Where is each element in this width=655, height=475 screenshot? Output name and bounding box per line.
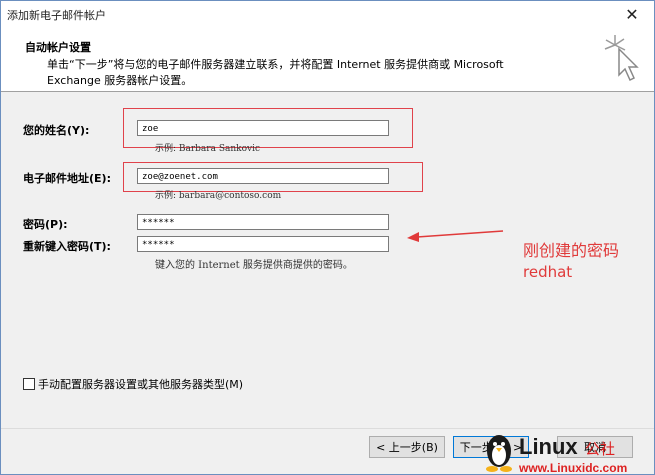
password-hint: 键入您的 Internet 服务提供商提供的密码。 bbox=[155, 260, 353, 271]
manual-config-label: 手动配置服务器设置或其他服务器类型(M) bbox=[38, 378, 244, 391]
confirm-password-input[interactable]: ****** bbox=[137, 236, 389, 252]
password-input[interactable]: ****** bbox=[137, 214, 389, 230]
name-input[interactable]: zoe bbox=[137, 120, 389, 136]
back-button[interactable]: < 上一步(B) bbox=[369, 436, 445, 458]
manual-config-checkbox[interactable] bbox=[23, 378, 35, 390]
svg-text:公社: 公社 bbox=[585, 440, 615, 458]
email-input[interactable]: zoe@zoenet.com bbox=[137, 168, 389, 184]
email-hint: 示例: barbara@contoso.com bbox=[155, 191, 282, 201]
close-button[interactable]: ✕ bbox=[610, 1, 654, 27]
title-bar: 添加新电子邮件帐户 ✕ bbox=[1, 1, 654, 27]
header-title: 自动帐户设置 bbox=[25, 41, 91, 54]
svg-text:Linux: Linux bbox=[519, 434, 578, 459]
email-label: 电子邮件地址(E): bbox=[23, 172, 111, 185]
dialog-header: 自动帐户设置 单击“下一步”将与您的电子邮件服务器建立联系，并将配置 Inter… bbox=[1, 27, 654, 91]
name-label: 您的姓名(Y): bbox=[23, 124, 90, 137]
annotation-arrow-icon bbox=[407, 230, 504, 242]
watermark-logo: Linux 公社 www.Linuxidc.com bbox=[486, 434, 627, 475]
header-description-line2: Exchange 服务器帐户设置。 bbox=[47, 74, 193, 87]
name-hint: 示例: Barbara Sankovic bbox=[155, 144, 261, 154]
header-description-line1: 单击“下一步”将与您的电子邮件服务器建立联系，并将配置 Internet 服务提… bbox=[47, 58, 504, 71]
password-label: 密码(P): bbox=[23, 218, 68, 231]
svg-text:www.Linuxidc.com: www.Linuxidc.com bbox=[518, 461, 627, 475]
close-icon: ✕ bbox=[625, 4, 639, 24]
annotation-text-password-value: redhat bbox=[523, 263, 573, 281]
cursor-click-icon bbox=[604, 35, 639, 82]
annotation-text-created-password: 刚创建的密码 bbox=[523, 241, 620, 260]
add-email-account-dialog: 添加新电子邮件帐户 ✕ 自动帐户设置 单击“下一步”将与您的电子邮件服务器建立联… bbox=[0, 0, 655, 475]
manual-config-option[interactable]: 手动配置服务器设置或其他服务器类型(M) bbox=[23, 376, 243, 392]
window-title: 添加新电子邮件帐户 bbox=[7, 9, 106, 22]
confirm-password-label: 重新键入密码(T): bbox=[23, 240, 111, 253]
